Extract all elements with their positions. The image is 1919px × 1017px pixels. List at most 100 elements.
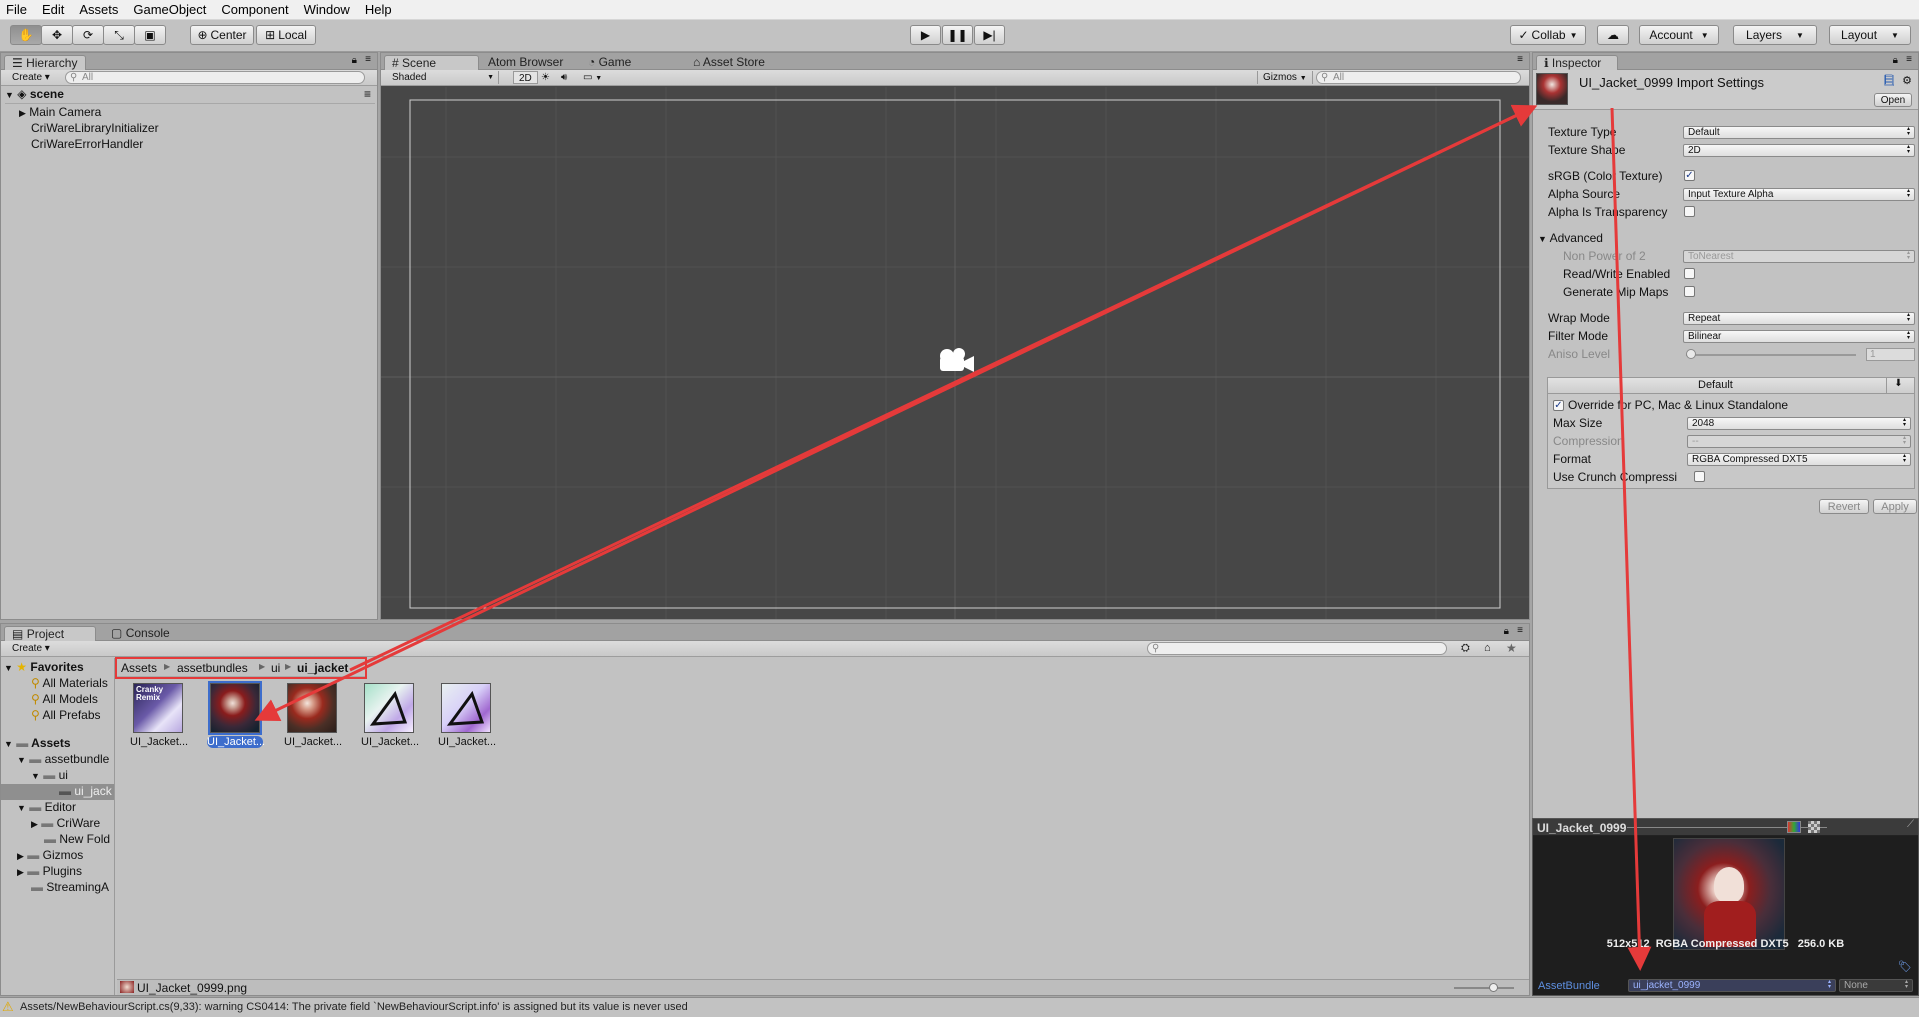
pivot-local-button[interactable]: ⊞ Local — [256, 25, 316, 45]
asset-thumbnail-4[interactable] — [364, 683, 414, 733]
max-size-dropdown[interactable]: 2048 — [1687, 417, 1911, 430]
texture-type-dropdown[interactable]: Default — [1683, 126, 1915, 139]
tab-asset-store[interactable]: ⌂ Asset Store — [686, 55, 772, 70]
open-button[interactable]: Open — [1874, 93, 1912, 107]
rgb-channel-icon[interactable] — [1787, 821, 1801, 833]
layers-dropdown[interactable]: Layers ▼ — [1733, 25, 1817, 45]
thumbnail-size-slider[interactable] — [1454, 987, 1514, 989]
lock-icon[interactable]: 🔒︎ — [1893, 55, 1898, 66]
hierarchy-create-button[interactable]: Create ▾ — [7, 71, 55, 84]
scene-viewport[interactable] — [381, 87, 1529, 619]
read-write-checkbox[interactable] — [1684, 268, 1695, 279]
tab-atom-browser[interactable]: Atom Browser — [481, 55, 570, 70]
project-search-input[interactable]: ⚲ — [1147, 642, 1447, 655]
aniso-value-field[interactable]: 1 — [1866, 348, 1915, 361]
apply-button[interactable]: Apply — [1873, 499, 1917, 514]
pivot-center-button[interactable]: ⊕ Center — [190, 25, 254, 45]
scene-search-input[interactable]: ⚲ All — [1316, 71, 1521, 84]
move-tool-button[interactable]: ✥ — [41, 25, 73, 45]
hierarchy-item-criware-error-handler[interactable]: CriWareErrorHandler — [31, 137, 143, 151]
alpha-channel-icon[interactable] — [1808, 821, 1820, 833]
project-create-button[interactable]: Create ▾ — [7, 642, 55, 655]
npot-dropdown[interactable]: ToNearest — [1683, 250, 1915, 263]
scene-root-row[interactable]: ▼ ◈ scene ≡ — [5, 87, 375, 104]
panel-menu-icon[interactable]: ≡ — [1517, 625, 1523, 636]
thumbnail-size-knob[interactable] — [1489, 983, 1498, 992]
audio-toggle[interactable]: 🔊︎ — [556, 71, 572, 84]
revert-button[interactable]: Revert — [1819, 499, 1869, 514]
asset-label-2[interactable]: UI_Jacket... — [207, 736, 265, 748]
texture-shape-dropdown[interactable]: 2D — [1683, 144, 1915, 157]
favorite-star-icon[interactable]: ★ — [1506, 641, 1517, 655]
alpha-source-dropdown[interactable]: Input Texture Alpha — [1683, 188, 1915, 201]
layout-dropdown[interactable]: Layout ▼ — [1829, 25, 1911, 45]
folder-ui-jacket[interactable]: ▬ ui_jack — [1, 784, 114, 800]
alpha-transparency-checkbox[interactable] — [1684, 206, 1695, 217]
tab-project[interactable]: ▤ Project — [4, 626, 96, 641]
menu-assets[interactable]: Assets — [79, 2, 118, 17]
hierarchy-item-main-camera[interactable]: ▶ Main Camera — [19, 105, 101, 119]
tab-game[interactable]: ◔ Game — [581, 55, 638, 70]
rect-tool-button[interactable]: ▣ — [134, 25, 166, 45]
assets-header[interactable]: ▼ ▬ Assets — [4, 736, 71, 750]
aniso-slider-thumb[interactable] — [1686, 349, 1696, 359]
menu-window[interactable]: Window — [304, 2, 350, 17]
platform-tab-default[interactable]: Default ⬇ — [1548, 378, 1914, 394]
folder-streaming-assets[interactable]: ▬ StreamingA — [31, 880, 109, 894]
format-dropdown[interactable]: RGBA Compressed DXT5 — [1687, 453, 1911, 466]
expand-arrow-icon[interactable]: ▼ — [5, 90, 14, 100]
hierarchy-search-input[interactable]: ⚲ All — [65, 71, 365, 84]
filter-mode-dropdown[interactable]: Bilinear — [1683, 330, 1915, 343]
menu-file[interactable]: File — [6, 2, 27, 17]
override-checkbox[interactable]: ✓ — [1553, 400, 1564, 411]
tab-hierarchy[interactable]: ☰ Hierarchy — [4, 55, 86, 70]
menu-component[interactable]: Component — [221, 2, 288, 17]
cloud-button[interactable]: ☁ — [1597, 25, 1629, 45]
menu-gameobject[interactable]: GameObject — [133, 2, 206, 17]
asset-thumbnail-2-selected[interactable] — [208, 681, 262, 735]
asset-thumbnail-1[interactable]: Cranky Remix — [133, 683, 183, 733]
effects-toggle[interactable]: ▭ ▼ — [578, 71, 607, 84]
menu-edit[interactable]: Edit — [42, 2, 64, 17]
folder-gizmos[interactable]: ▶ ▬ Gizmos — [17, 848, 83, 862]
asset-thumbnail-5[interactable] — [441, 683, 491, 733]
panel-menu-icon[interactable]: ≡ — [1906, 54, 1912, 65]
wrap-mode-dropdown[interactable]: Repeat — [1683, 312, 1915, 325]
folder-ui[interactable]: ▼ ▬ ui — [31, 768, 68, 782]
shading-mode-dropdown[interactable]: Shaded ▼ — [387, 71, 499, 84]
gizmos-dropdown[interactable]: Gizmos ▼ — [1257, 71, 1313, 84]
asset-thumbnail-3[interactable] — [287, 683, 337, 733]
lighting-toggle[interactable]: ☀ — [536, 71, 555, 84]
favorites-header[interactable]: ▼ ★ Favorites — [4, 660, 84, 674]
status-bar[interactable]: ⚠ Assets/NewBehaviourScript.cs(9,33): wa… — [0, 997, 1919, 1017]
folder-plugins[interactable]: ▶ ▬ Plugins — [17, 864, 82, 878]
crunch-checkbox[interactable] — [1694, 471, 1705, 482]
assetbundle-name-dropdown[interactable]: ui_jacket_0999 — [1628, 979, 1836, 992]
asset-label-4[interactable]: UI_Jacket... — [361, 736, 419, 748]
account-button[interactable]: Account ▼ — [1639, 25, 1719, 45]
favorite-all-models[interactable]: ⚲ All Models — [31, 692, 98, 706]
hierarchy-item-criware-initializer[interactable]: CriWareLibraryInitializer — [31, 121, 159, 135]
download-icon[interactable]: ⬇ — [1886, 378, 1910, 393]
aniso-slider-track[interactable] — [1686, 354, 1856, 356]
tab-inspector[interactable]: ℹ Inspector — [1536, 55, 1618, 70]
expand-arrow-icon[interactable]: ▶ — [19, 108, 26, 118]
panel-menu-icon[interactable]: ≡ — [1517, 54, 1523, 65]
play-button[interactable]: ▶ — [910, 25, 941, 45]
tab-scene[interactable]: # Scene — [384, 55, 479, 70]
folder-editor[interactable]: ▼ ▬ Editor — [17, 800, 76, 814]
favorite-all-prefabs[interactable]: ⚲ All Prefabs — [31, 708, 101, 722]
asset-label-5[interactable]: UI_Jacket... — [438, 736, 496, 748]
advanced-foldout[interactable]: ▼ Advanced — [1538, 231, 1603, 245]
folder-new-folder[interactable]: ▬ New Fold — [44, 832, 110, 846]
lock-icon[interactable]: 🔒︎ — [352, 55, 357, 66]
mipmaps-checkbox[interactable] — [1684, 286, 1695, 297]
lock-icon[interactable]: 🔒︎ — [1504, 626, 1509, 637]
asset-label-1[interactable]: UI_Jacket... — [130, 736, 188, 748]
camera-gizmo-icon[interactable] — [934, 345, 978, 375]
folder-assetbundles[interactable]: ▼ ▬ assetbundle — [17, 752, 109, 766]
asset-label-3[interactable]: UI_Jacket... — [284, 736, 342, 748]
tab-console[interactable]: ▢ Console — [104, 626, 177, 641]
panel-menu-icon[interactable]: ≡ — [365, 54, 371, 65]
hand-tool-button[interactable]: ✋ — [10, 25, 42, 45]
